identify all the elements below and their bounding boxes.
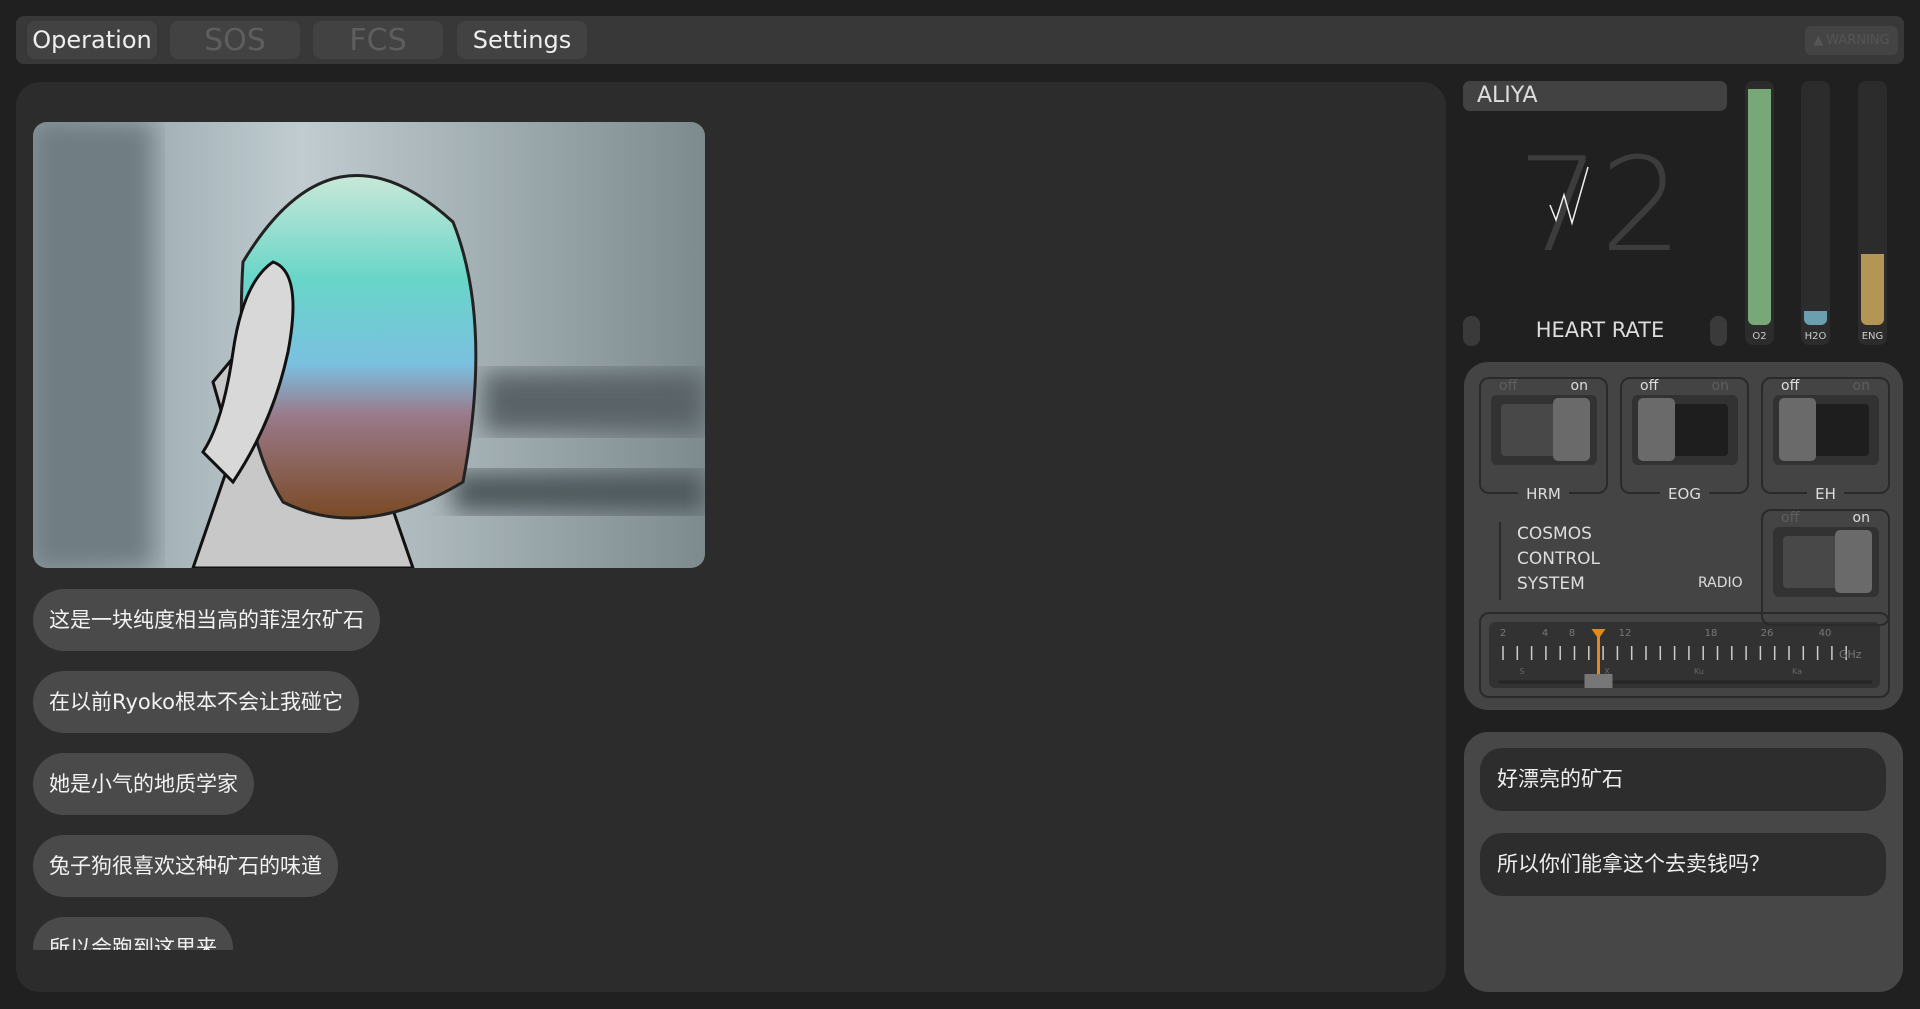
heartbeat-wave-icon <box>1549 166 1589 226</box>
heart-rate-value: 72 <box>1517 129 1683 281</box>
switch-well <box>1632 395 1738 465</box>
gauge-h2o: H2O <box>1801 81 1830 345</box>
gauge-fill <box>1748 89 1771 325</box>
gauge-eng: ENG <box>1858 81 1887 345</box>
on-label: on <box>1852 510 1870 526</box>
off-label: off <box>1781 510 1800 526</box>
left-indicator <box>1463 316 1480 346</box>
switch-knob[interactable] <box>1835 530 1872 593</box>
on-label: on <box>1711 378 1729 394</box>
reply-panel: 好漂亮的矿石 所以你们能拿这个去卖钱吗？ <box>1464 732 1903 992</box>
switch-name-text: EH <box>1807 485 1844 503</box>
warning-triangle-icon: ▲ <box>1813 33 1824 48</box>
system-title-line: CONTROL <box>1517 549 1601 569</box>
switch-well <box>1773 395 1879 465</box>
warning-label: WARNING <box>1826 33 1890 48</box>
story-panel: 这是一块纯度相当高的菲涅尔矿石 在以前Ryoko根本不会让我碰它 她是小气的地质… <box>16 82 1446 992</box>
mineral-image <box>33 122 705 568</box>
on-label: on <box>1570 378 1588 394</box>
top-nav-bar: Operation SOS FCS Settings ▲ WARNING <box>16 16 1904 64</box>
character-name: ALIYA <box>1463 81 1727 111</box>
switch-well <box>1491 395 1597 465</box>
freq-tick-label: 8 <box>1569 628 1575 639</box>
gauge-label: ENG <box>1861 331 1884 342</box>
freq-band-label: S <box>1519 667 1524 676</box>
warning-button[interactable]: ▲ WARNING <box>1805 26 1898 55</box>
tab-fcs[interactable]: FCS <box>313 21 443 59</box>
freq-tick-label: 4 <box>1542 628 1548 639</box>
switch-knob[interactable] <box>1553 398 1590 461</box>
cosmos-control-panel: COSMOS CONTROL SYSTEM RADIO 2 4 8 12 18 26 40 G… <box>1464 362 1903 710</box>
freq-tick-label: 18 <box>1705 628 1718 639</box>
freq-tick-label: 12 <box>1619 628 1632 639</box>
message-bubble: 她是小气的地质学家 <box>33 753 254 815</box>
off-label: off <box>1781 378 1800 394</box>
switch-knob[interactable] <box>1779 398 1816 461</box>
off-label: off <box>1640 378 1659 394</box>
message-bubble: 这是一块纯度相当高的菲涅尔矿石 <box>33 589 380 651</box>
message-bubble: 兔子狗很喜欢这种矿石的味道 <box>33 835 338 897</box>
right-indicator <box>1710 316 1727 346</box>
reply-option[interactable]: 所以你们能拿这个去卖钱吗？ <box>1480 833 1886 896</box>
gauge-label: O2 <box>1752 331 1767 342</box>
on-label: on <box>1852 378 1870 394</box>
freq-tick-label: 40 <box>1819 628 1832 639</box>
switch-knob[interactable] <box>1638 398 1675 461</box>
freq-band-label: Ku <box>1694 667 1704 676</box>
freq-unit: GHz <box>1839 648 1862 661</box>
message-bubble: 在以前Ryoko根本不会让我碰它 <box>33 671 359 733</box>
system-title-line: COSMOS <box>1517 524 1592 544</box>
gauge-o2: O2 <box>1745 81 1774 345</box>
gauge-label: H2O <box>1804 331 1827 342</box>
switch-name: EH <box>1763 485 1888 503</box>
switch-name-text: HRM <box>1518 485 1569 503</box>
reply-option[interactable]: 好漂亮的矿石 <box>1480 748 1886 811</box>
heart-rate-label: HEART RATE <box>1535 318 1665 342</box>
freq-slider-handle[interactable] <box>1584 674 1613 688</box>
tab-operation[interactable]: Operation <box>27 21 157 59</box>
switch-name-text: EOG <box>1660 485 1709 503</box>
message-bubble: 所以会跑到这里来 <box>33 917 233 950</box>
switch-eh[interactable]: off on EH <box>1761 377 1890 503</box>
tab-settings[interactable]: Settings <box>457 21 587 59</box>
switch-well <box>1773 527 1879 597</box>
switch-eog[interactable]: off on EOG <box>1620 377 1749 503</box>
message-list[interactable]: 这是一块纯度相当高的菲涅尔矿石 在以前Ryoko根本不会让我碰它 她是小气的地质… <box>33 589 733 950</box>
freq-tick-label: 2 <box>1500 628 1506 639</box>
tab-sos[interactable]: SOS <box>170 21 300 59</box>
radio-label: RADIO <box>1698 575 1743 591</box>
gauge-fill <box>1861 253 1884 325</box>
off-label: off <box>1499 378 1518 394</box>
freq-band-label: Ka <box>1792 667 1802 676</box>
switch-hrm[interactable]: off on HRM <box>1479 377 1608 503</box>
system-title: COSMOS CONTROL SYSTEM <box>1499 522 1600 600</box>
switch-name: HRM <box>1481 485 1606 503</box>
freq-tick-label: 26 <box>1761 628 1774 639</box>
switch-radio[interactable]: off on <box>1761 509 1890 626</box>
switch-name: EOG <box>1622 485 1747 503</box>
system-title-line: SYSTEM <box>1517 574 1585 594</box>
gauge-fill <box>1804 310 1827 325</box>
